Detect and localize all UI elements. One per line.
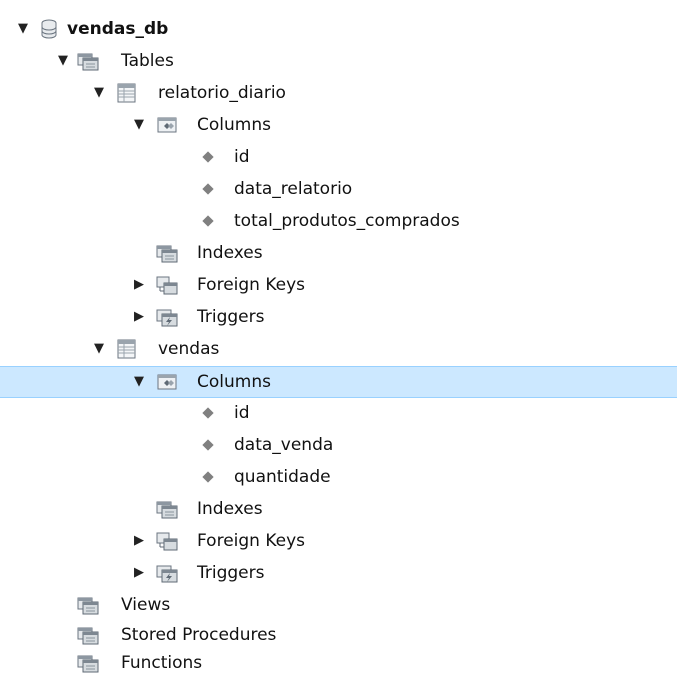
column-bullet-icon — [202, 471, 214, 483]
tree-node-column[interactable]: id — [0, 142, 677, 174]
indexes-label: Indexes — [197, 243, 263, 263]
folder-icon — [77, 625, 99, 645]
tree-node-column[interactable]: id — [0, 398, 677, 430]
column-name: id — [234, 403, 250, 423]
expand-arrow-icon[interactable]: ▼ — [134, 375, 146, 389]
tree-node-views[interactable]: Views — [0, 590, 677, 622]
trigger-icon — [156, 563, 178, 583]
tree-node-indexes[interactable]: Indexes — [0, 238, 677, 270]
indexes-label: Indexes — [197, 499, 263, 519]
table-name: relatorio_diario — [158, 83, 286, 103]
tree-node-columns[interactable]: ▼ Columns — [0, 110, 677, 142]
tree-node-column[interactable]: data_relatorio — [0, 174, 677, 206]
views-label: Views — [121, 595, 171, 615]
table-name: vendas — [158, 339, 220, 359]
tree-node-functions[interactable]: Functions — [0, 648, 677, 680]
tree-node-triggers[interactable]: ▶ Triggers — [0, 558, 677, 590]
expand-arrow-icon[interactable]: ▼ — [18, 22, 30, 36]
column-bullet-icon — [202, 183, 214, 195]
tree-node-indexes[interactable]: Indexes — [0, 494, 677, 526]
tree-node-column[interactable]: total_produtos_comprados — [0, 206, 677, 238]
tree-node-triggers[interactable]: ▶ Triggers — [0, 302, 677, 334]
columns-label: Columns — [197, 372, 271, 392]
tree-node-foreign-keys[interactable]: ▶ Foreign Keys — [0, 270, 677, 302]
tree-node-foreign-keys[interactable]: ▶ Foreign Keys — [0, 526, 677, 558]
tree-node-column[interactable]: quantidade — [0, 462, 677, 494]
database-name: vendas_db — [67, 19, 169, 39]
columns-label: Columns — [197, 115, 271, 135]
table-icon — [116, 339, 138, 359]
tree-node-database[interactable]: ▼ vendas_db — [0, 14, 677, 46]
folder-icon — [77, 595, 99, 615]
expand-arrow-icon[interactable]: ▼ — [94, 342, 106, 356]
folder-icon — [156, 499, 178, 519]
column-bullet-icon — [202, 439, 214, 451]
foreign-keys-label: Foreign Keys — [197, 275, 306, 295]
tree-node-table-vendas[interactable]: ▼ vendas — [0, 334, 677, 366]
expand-arrow-icon[interactable]: ▼ — [58, 54, 70, 68]
trigger-icon — [156, 307, 178, 327]
collapse-arrow-icon[interactable]: ▶ — [134, 310, 146, 324]
column-bullet-icon — [202, 151, 214, 163]
collapse-arrow-icon[interactable]: ▶ — [134, 278, 146, 292]
tree-node-table-relatorio-diario[interactable]: ▼ relatorio_diario — [0, 78, 677, 110]
foreign-key-icon — [156, 531, 178, 551]
columns-folder-icon — [156, 372, 178, 392]
expand-arrow-icon[interactable]: ▼ — [134, 118, 146, 132]
tree-node-column[interactable]: data_venda — [0, 430, 677, 462]
functions-label: Functions — [121, 653, 203, 673]
column-name: total_produtos_comprados — [234, 211, 460, 231]
column-name: data_relatorio — [234, 179, 353, 199]
schema-tree[interactable]: ▼ vendas_db ▼ Tables ▼ relatorio_diario … — [0, 0, 677, 678]
collapse-arrow-icon[interactable]: ▶ — [134, 566, 146, 580]
table-icon — [116, 83, 138, 103]
column-bullet-icon — [202, 407, 214, 419]
folder-icon — [156, 243, 178, 263]
foreign-keys-label: Foreign Keys — [197, 531, 306, 551]
tree-node-columns-selected[interactable]: ▼ Columns — [0, 366, 677, 398]
stored-procedures-label: Stored Procedures — [121, 625, 277, 645]
database-icon — [38, 19, 60, 39]
column-name: id — [234, 147, 250, 167]
folder-icon — [77, 653, 99, 673]
column-bullet-icon — [202, 215, 214, 227]
column-name: quantidade — [234, 467, 331, 487]
triggers-label: Triggers — [197, 563, 265, 583]
triggers-label: Triggers — [197, 307, 265, 327]
collapse-arrow-icon[interactable]: ▶ — [134, 534, 146, 548]
expand-arrow-icon[interactable]: ▼ — [94, 86, 106, 100]
foreign-key-icon — [156, 275, 178, 295]
tables-label: Tables — [121, 51, 174, 71]
column-name: data_venda — [234, 435, 334, 455]
tree-node-tables[interactable]: ▼ Tables — [0, 46, 677, 78]
columns-folder-icon — [156, 115, 178, 135]
folder-icon — [77, 51, 99, 71]
